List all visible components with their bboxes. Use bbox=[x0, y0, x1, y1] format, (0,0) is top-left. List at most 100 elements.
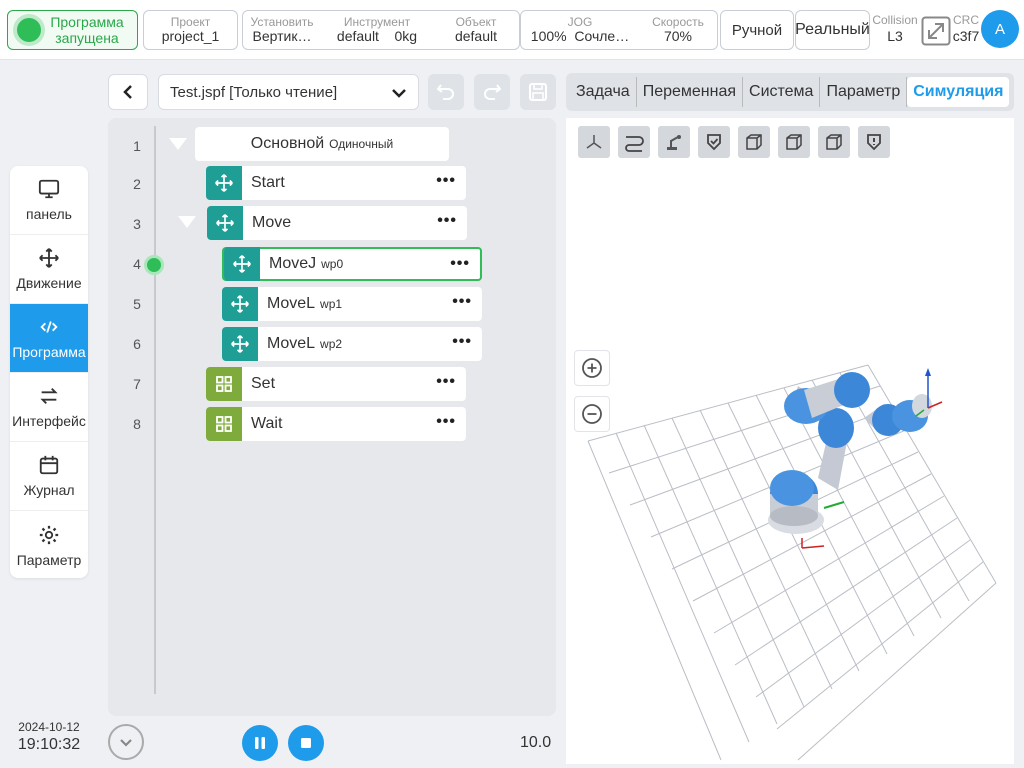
sidebar-item-log[interactable]: Журнал bbox=[10, 442, 88, 511]
object-value: default bbox=[454, 27, 498, 44]
chevron-down-icon bbox=[392, 89, 406, 98]
node-label: Set bbox=[251, 375, 276, 392]
collapse-triangle-icon[interactable] bbox=[178, 216, 196, 228]
collapse-button[interactable] bbox=[108, 724, 144, 760]
manual-mode-button[interactable]: Ручной bbox=[720, 10, 794, 50]
node-label: Move bbox=[252, 214, 292, 231]
project-label: Проект bbox=[170, 14, 211, 29]
project-box[interactable]: Проект project_1 bbox=[143, 10, 238, 50]
program-node[interactable]: Move ••• bbox=[207, 206, 467, 240]
move-icon bbox=[39, 248, 59, 268]
tab-simulation[interactable]: Симуляция bbox=[907, 77, 1010, 107]
more-icon[interactable]: ••• bbox=[450, 256, 470, 272]
line-number: 8 bbox=[133, 416, 141, 432]
tab-task[interactable]: Задача bbox=[570, 77, 637, 107]
root-sub: Одиночный bbox=[329, 137, 394, 151]
sidebar-item-label: панель bbox=[26, 206, 72, 222]
collapse-triangle-icon[interactable] bbox=[169, 138, 187, 150]
more-icon[interactable]: ••• bbox=[437, 213, 457, 229]
move-icon bbox=[207, 206, 243, 240]
program-tree: 1 2 3 4 5 6 7 8 Основной Одиночный Start… bbox=[108, 118, 556, 716]
date-text: 2024-10-12 bbox=[18, 720, 80, 734]
line-number: 3 bbox=[133, 216, 141, 232]
tree-line bbox=[154, 126, 156, 694]
node-label: MoveL bbox=[267, 335, 316, 352]
undo-button[interactable] bbox=[428, 74, 464, 110]
chevron-down-icon bbox=[120, 739, 132, 747]
expand-icon[interactable] bbox=[921, 16, 951, 46]
program-node[interactable]: MoveL wp2 ••• bbox=[222, 327, 482, 361]
time-text: 19:10:32 bbox=[17, 736, 81, 753]
more-icon[interactable]: ••• bbox=[436, 173, 456, 189]
program-node-selected[interactable]: MoveJ wp0 ••• bbox=[222, 247, 482, 281]
install-label: Установить bbox=[250, 14, 314, 29]
node-label: Wait bbox=[251, 415, 283, 432]
crc-label: CRC bbox=[953, 13, 979, 27]
program-node[interactable]: Set ••• bbox=[206, 367, 466, 401]
node-sub: wp2 bbox=[320, 337, 343, 351]
speed-value: 70% bbox=[663, 27, 693, 44]
sidebar-item-interface[interactable]: Интерфейс bbox=[10, 373, 88, 442]
program-node[interactable]: MoveL wp1 ••• bbox=[222, 287, 482, 321]
datetime: 2024-10-12 19:10:32 bbox=[0, 720, 98, 754]
program-status[interactable]: Программа запущена bbox=[7, 10, 138, 50]
top-bar: Программа запущена Проект project_1 Уста… bbox=[0, 0, 1024, 60]
file-select[interactable]: Test.jspf [Только чтение] bbox=[158, 74, 419, 110]
avatar[interactable]: A bbox=[981, 10, 1019, 48]
redo-icon bbox=[484, 84, 502, 100]
more-icon[interactable]: ••• bbox=[452, 294, 472, 310]
more-icon[interactable]: ••• bbox=[436, 374, 456, 390]
crc-value: c3f7 bbox=[952, 27, 980, 44]
jog-box[interactable]: JOG 100% Сочле… Скорость 70% bbox=[520, 10, 718, 50]
jog-mode: Сочле… bbox=[574, 27, 630, 44]
line-number: 7 bbox=[133, 376, 141, 392]
line-number: 5 bbox=[133, 296, 141, 312]
real-mode-button[interactable]: Реальный bbox=[795, 10, 870, 50]
right-tabs: Задача Переменная Система Параметр Симул… bbox=[566, 73, 1014, 111]
file-name: Test.jspf [Только чтение] bbox=[170, 83, 338, 101]
tool-load: 0kg bbox=[394, 27, 418, 44]
undo-icon bbox=[436, 84, 454, 100]
root-node[interactable]: Основной Одиночный bbox=[195, 127, 449, 161]
status-indicator-icon bbox=[17, 18, 41, 42]
line-number: 2 bbox=[133, 176, 141, 192]
project-value: project_1 bbox=[161, 27, 220, 44]
save-icon bbox=[529, 83, 547, 101]
config-box[interactable]: Установить Вертик… Инструмент default 0k… bbox=[242, 10, 520, 50]
sidebar-item-program[interactable]: Программа bbox=[10, 304, 88, 373]
stop-icon bbox=[301, 738, 311, 748]
pause-button[interactable] bbox=[242, 725, 278, 761]
sidebar-item-label: Журнал bbox=[23, 482, 75, 498]
move-icon bbox=[222, 327, 258, 361]
sidebar-item-parameter[interactable]: Параметр bbox=[10, 511, 88, 578]
tab-system[interactable]: Система bbox=[743, 77, 821, 107]
simulation-view[interactable] bbox=[566, 118, 1014, 764]
program-node[interactable]: Wait ••• bbox=[206, 407, 466, 441]
program-node[interactable]: Start ••• bbox=[206, 166, 466, 200]
sidebar-item-panel[interactable]: панель bbox=[10, 166, 88, 235]
gear-icon bbox=[39, 525, 59, 544]
root-label: Основной bbox=[250, 135, 325, 152]
pause-icon bbox=[255, 737, 265, 749]
collision-indicator[interactable]: Collision L3 bbox=[872, 13, 918, 44]
collision-label: Collision bbox=[872, 13, 918, 27]
node-label: Start bbox=[251, 174, 285, 191]
line-number: 6 bbox=[133, 336, 141, 352]
more-icon[interactable]: ••• bbox=[436, 414, 456, 430]
save-button[interactable] bbox=[520, 74, 556, 110]
tab-variable[interactable]: Переменная bbox=[637, 77, 744, 107]
sidebar-item-motion[interactable]: Движение bbox=[10, 235, 88, 304]
jog-value: 100% bbox=[530, 27, 567, 44]
grid-icon bbox=[206, 367, 242, 401]
redo-button[interactable] bbox=[474, 74, 510, 110]
back-button[interactable] bbox=[108, 74, 148, 110]
more-icon[interactable]: ••• bbox=[452, 334, 472, 350]
execution-cursor bbox=[144, 255, 164, 275]
stop-button[interactable] bbox=[288, 725, 324, 761]
code-icon bbox=[40, 321, 58, 333]
tab-parameter[interactable]: Параметр bbox=[820, 77, 908, 107]
crc-indicator: CRC c3f7 bbox=[950, 13, 982, 44]
chevron-left-icon bbox=[123, 85, 132, 99]
object-label: Объект bbox=[455, 14, 497, 29]
node-label: MoveL bbox=[267, 295, 316, 312]
